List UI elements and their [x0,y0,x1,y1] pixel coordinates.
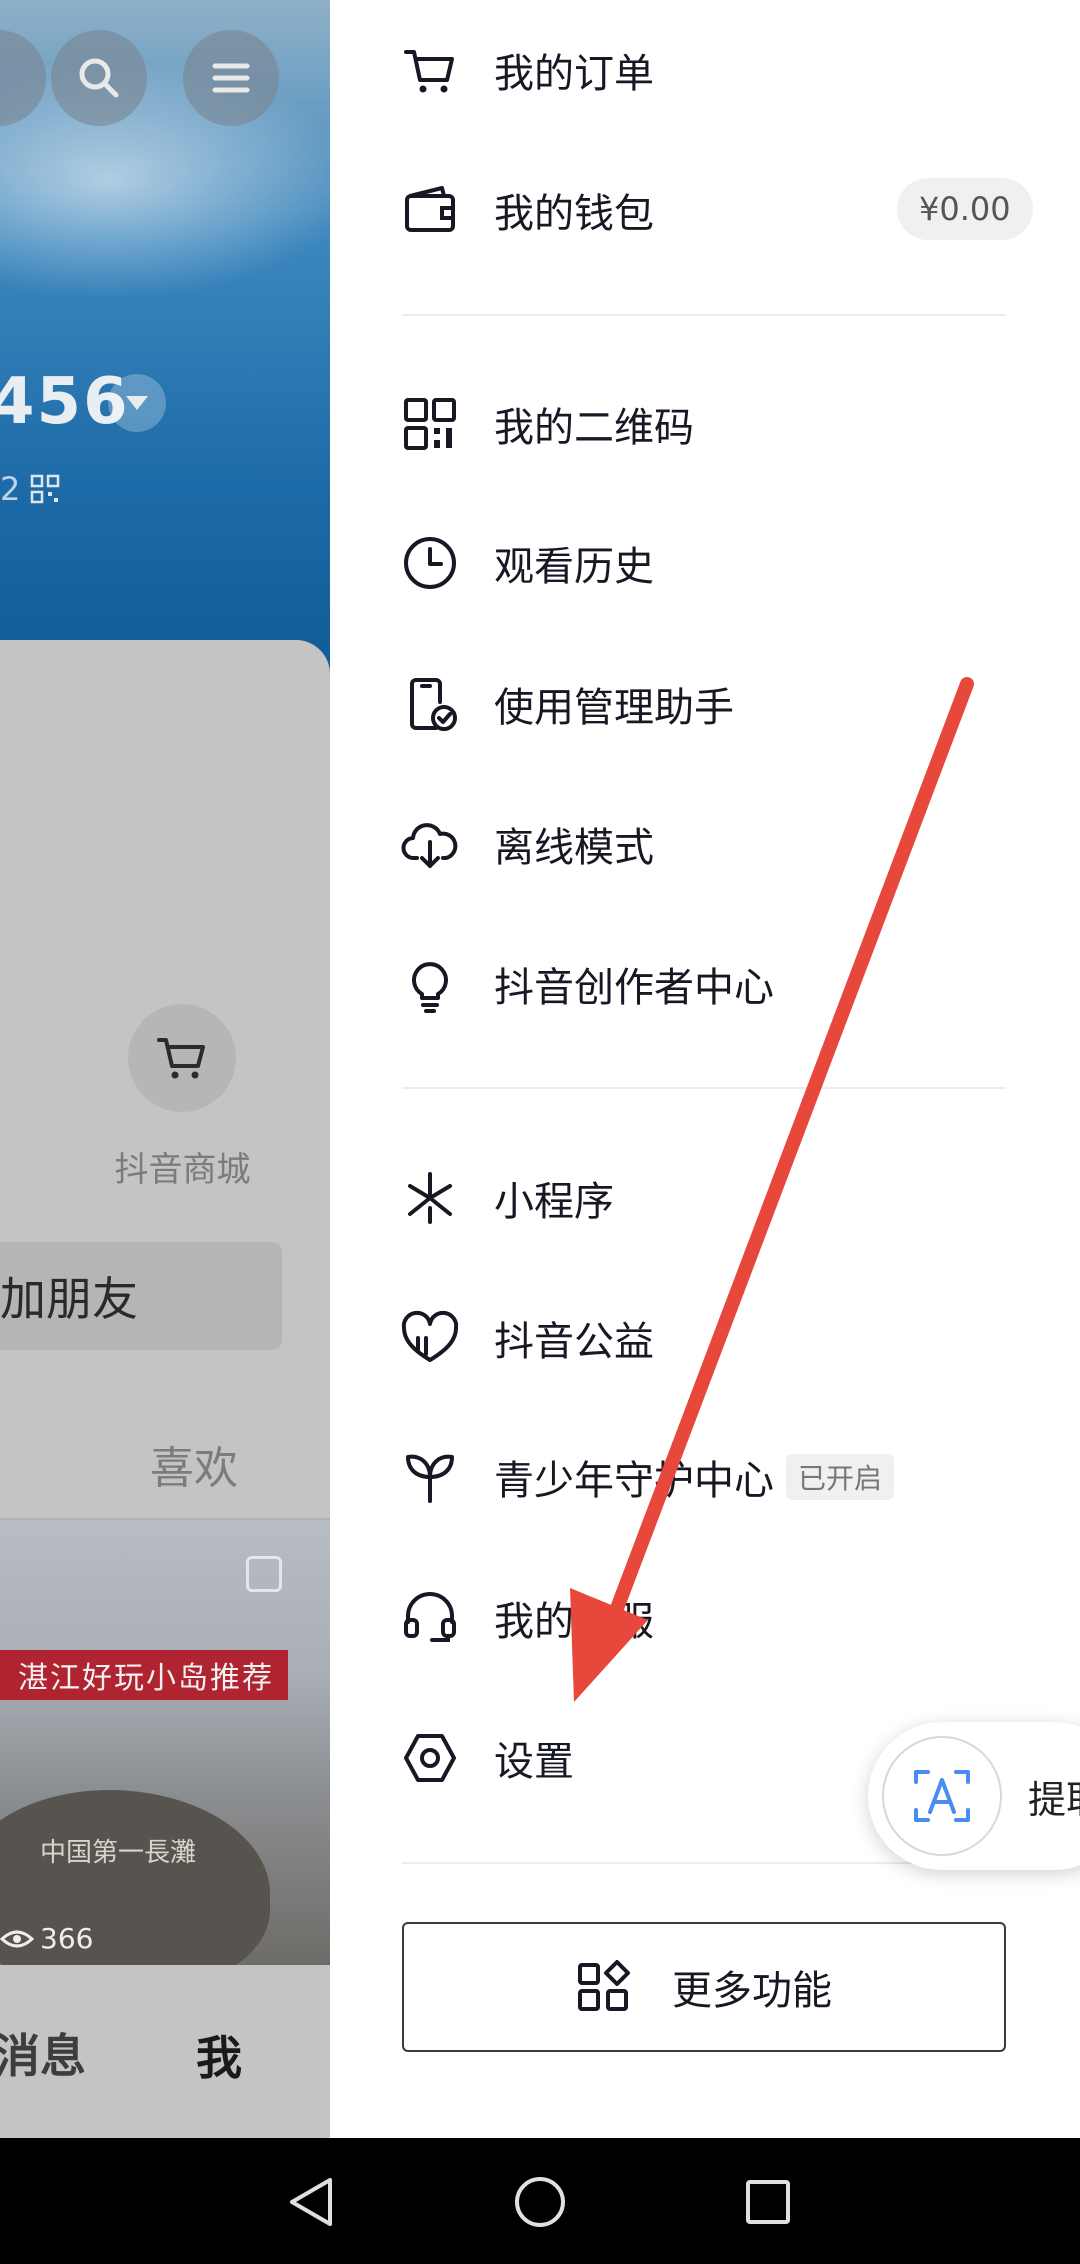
background-profile-page: 456 2 抖音商城 加朋友 喜欢 湛江好玩小岛推荐 中国第一長灘 366 消息… [0,0,330,2138]
floating-extract-label: 提取 [1028,1777,1080,1822]
qr-code-icon [400,394,460,454]
eye-icon [0,1930,34,1947]
menu-item-charity[interactable]: 抖音公益 [400,1288,1050,1388]
profile-header-background [0,0,330,700]
search-button[interactable] [51,30,147,126]
search-icon [79,58,119,98]
add-friend-button[interactable]: 加朋友 [0,1242,282,1350]
shop-label: 抖音商城 [114,1150,251,1190]
account-switch-button[interactable] [108,374,166,432]
more-features-label: 更多功能 [672,1968,832,2014]
add-friend-label: 加朋友 [0,1272,138,1326]
menu-item-label: 抖音创作者中心 [494,965,774,1011]
menu-divider [402,314,1006,316]
system-back-button[interactable] [272,2162,352,2242]
heart-icon [400,1308,460,1368]
multi-image-icon [246,1556,282,1592]
teen-mode-status-badge: 已开启 [786,1454,895,1500]
menu-item-qr-code[interactable]: 我的二维码 [400,374,1050,474]
menu-item-label: 离线模式 [494,825,654,871]
menu-item-orders[interactable]: 我的订单 [400,20,1050,120]
apps-grid-icon [578,1960,630,2011]
wallet-icon [400,180,460,240]
home-circle-icon [515,2177,565,2227]
video-banner-text: 湛江好玩小岛推荐 [0,1650,288,1700]
menu-item-customer-service[interactable]: 我的客服 [400,1568,1050,1668]
system-recents-button[interactable] [728,2162,808,2242]
back-triangle-icon [290,2178,332,2226]
more-features-button[interactable]: 更多功能 [402,1922,1006,2052]
text-scan-icon [914,1770,970,1822]
headset-icon [400,1588,460,1648]
lightbulb-icon [400,954,460,1014]
system-navigation-bar [0,2138,1080,2264]
tab-message[interactable]: 消息 [0,2020,86,2086]
sprout-icon [400,1447,460,1507]
user-id: 2 [0,470,60,508]
tab-me[interactable]: 我 [196,2022,242,2088]
menu-item-teen-protection[interactable]: 青少年守护中心 已开启 [400,1427,1050,1527]
menu-item-label: 我的客服 [494,1599,654,1645]
cloud-download-icon [400,814,460,874]
menu-item-label: 我的订单 [494,51,654,97]
menu-item-label: 设置 [494,1739,574,1785]
menu-item-label: 小程序 [494,1179,614,1225]
text-extract-icon-circle [882,1736,1002,1856]
settings-hexagon-icon [400,1728,460,1788]
system-home-button[interactable] [500,2162,580,2242]
view-count: 366 [0,1922,93,1955]
menu-item-label: 我的二维码 [494,405,694,451]
menu-divider [402,1087,1006,1089]
menu-item-watch-history[interactable]: 观看历史 [400,513,1050,613]
menu-item-offline-mode[interactable]: 离线模式 [400,794,1050,894]
video-thumbnail[interactable]: 湛江好玩小岛推荐 中国第一長灘 366 [0,1520,330,1965]
menu-item-label: 抖音公益 [494,1319,654,1365]
phone-check-icon [400,674,460,734]
menu-item-usage-assistant[interactable]: 使用管理助手 [400,654,1050,754]
menu-item-label: 观看历史 [494,544,654,590]
view-count-text: 366 [40,1922,94,1955]
qr-small-icon[interactable] [30,474,60,504]
cart-icon [157,1038,205,1079]
rock-carving-text: 中国第一長灘 [40,1838,197,1868]
mini-program-icon [400,1168,460,1228]
wallet-balance-badge: ¥0.00 [897,178,1033,240]
menu-item-label: 使用管理助手 [494,685,734,731]
cart-icon [400,40,460,100]
triangle-down-icon [126,396,148,410]
floating-extract-button[interactable]: 提取 [868,1722,1080,1870]
clock-icon [400,533,460,593]
user-id-text: 2 [0,470,21,508]
tab-like[interactable]: 喜欢 [150,1432,238,1496]
menu-item-label: 我的钱包 [494,191,654,237]
menu-button[interactable] [183,30,279,126]
menu-item-mini-program[interactable]: 小程序 [400,1148,1050,1248]
shop-button[interactable] [128,1004,236,1112]
recents-square-icon [746,2180,790,2224]
menu-item-creator-center[interactable]: 抖音创作者中心 [400,934,1050,1034]
menu-item-label: 青少年守护中心 [494,1458,774,1504]
hamburger-icon [212,63,250,93]
